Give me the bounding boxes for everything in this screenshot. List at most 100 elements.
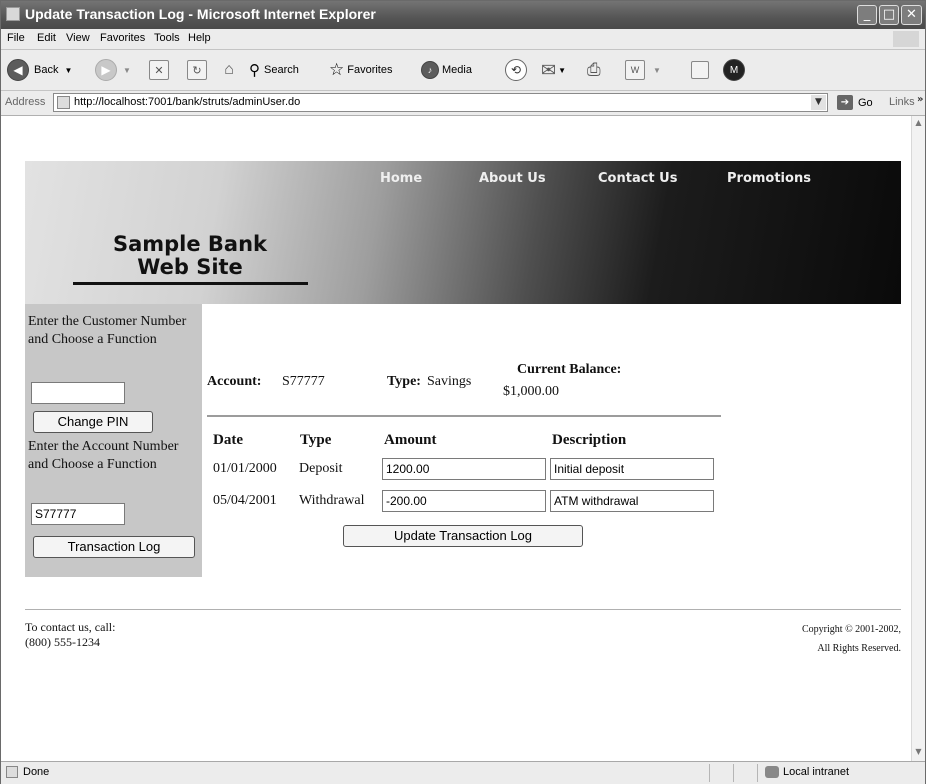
home-icon: ⌂ (224, 61, 234, 78)
type-label: Type: (387, 374, 421, 389)
chevron-right-icon[interactable]: » (917, 94, 923, 105)
change-pin-button[interactable]: Change PIN (33, 411, 153, 433)
col-header-type: Type (300, 432, 332, 448)
toolbar: ◀ Back ▼ ▶ ▼ ✕ ↻ ⌂ ⚲ Search ☆ Favorites … (1, 50, 925, 91)
balance-value: $1,000.00 (503, 384, 559, 399)
local-intranet-icon (765, 766, 779, 778)
media-icon: ♪ (421, 61, 439, 79)
row-type: Deposit (299, 461, 343, 476)
back-button[interactable]: ◀ Back ▼ (7, 58, 72, 82)
menu-edit[interactable]: Edit (37, 32, 56, 44)
title-bar: Update Transaction Log - Microsoft Inter… (1, 1, 925, 29)
footer-copyright-line1: Copyright © 2001-2002, (802, 624, 901, 635)
sidebar: Enter the Customer Number and Choose a F… (25, 304, 202, 577)
stop-button[interactable]: ✕ (149, 58, 169, 82)
site-banner: Home About Us Contact Us Promotions Samp… (25, 161, 901, 304)
maximize-button[interactable]: □ (879, 5, 899, 25)
footer-contact-line1: To contact us, call: (25, 620, 116, 634)
edit-dropdown-icon: ▼ (653, 65, 661, 75)
links-button[interactable]: Links (889, 96, 915, 108)
home-button[interactable]: ⌂ (219, 58, 239, 82)
address-dropdown-icon[interactable]: ▼ (811, 95, 826, 110)
mail-button[interactable]: ✉ ▼ (541, 58, 566, 82)
go-arrow-icon: ➔ (837, 95, 853, 110)
stop-icon: ✕ (149, 60, 169, 80)
menu-file[interactable]: File (7, 32, 25, 44)
back-label: Back (34, 64, 59, 76)
amount-input[interactable]: -200.00 (382, 490, 546, 512)
edit-icon: W (625, 60, 645, 80)
windows-logo-icon (893, 31, 919, 47)
description-input[interactable]: Initial deposit (550, 458, 714, 480)
col-header-amount: Amount (384, 432, 437, 448)
search-icon: ⚲ (249, 62, 260, 79)
footer-copyright-line2: All Rights Reserved. (817, 643, 901, 654)
menu-help[interactable]: Help (188, 32, 211, 44)
messenger-button[interactable]: M (723, 58, 745, 82)
description-input[interactable]: ATM withdrawal (550, 490, 714, 512)
scroll-up-icon[interactable]: ▲ (912, 116, 925, 130)
print-icon: ⎙ (587, 60, 601, 79)
media-label: Media (442, 64, 472, 76)
amount-input[interactable]: 1200.00 (382, 458, 546, 480)
nav-home[interactable]: Home (380, 171, 422, 186)
refresh-button[interactable]: ↻ (187, 58, 207, 82)
col-header-description: Description (552, 432, 627, 448)
minimize-button[interactable]: _ (857, 5, 877, 25)
summary-divider (207, 415, 721, 417)
back-arrow-icon: ◀ (7, 59, 29, 81)
forward-dropdown-icon[interactable]: ▼ (123, 66, 131, 75)
forward-arrow-icon: ▶ (95, 59, 117, 81)
customer-prompt: Enter the Customer Number and Choose a F… (28, 314, 187, 347)
go-button[interactable]: ➔ Go (837, 95, 873, 110)
address-bar: Address http://localhost:7001/bank/strut… (1, 91, 925, 116)
account-number-input[interactable]: S77777 (31, 503, 125, 525)
forward-button[interactable]: ▶ ▼ (95, 58, 131, 82)
site-logo-line2: Web Site (137, 255, 243, 279)
page-status-icon (6, 766, 18, 778)
nav-about-us[interactable]: About Us (479, 171, 546, 186)
nav-contact-us[interactable]: Contact Us (598, 171, 677, 186)
status-text: Done (23, 766, 50, 778)
address-input[interactable]: http://localhost:7001/bank/struts/adminU… (53, 93, 828, 112)
history-button[interactable]: ⟲ (505, 58, 527, 82)
menu-tools[interactable]: Tools (154, 32, 180, 44)
refresh-icon: ↻ (187, 60, 207, 80)
messenger-icon: M (723, 59, 745, 81)
search-button[interactable]: ⚲ Search (249, 58, 299, 82)
mail-icon: ✉ (541, 59, 557, 80)
favorites-star-icon: ☆ (329, 60, 345, 79)
back-dropdown-icon[interactable]: ▼ (64, 66, 72, 75)
footer-phone: (800) 555-1234 (25, 635, 100, 649)
account-label: Account: (207, 374, 262, 389)
col-header-date: Date (213, 432, 243, 448)
customer-number-input[interactable] (31, 382, 125, 404)
discuss-icon (691, 61, 709, 79)
scroll-down-icon[interactable]: ▼ (912, 745, 925, 759)
media-button[interactable]: ♪ Media (421, 58, 472, 82)
print-button[interactable]: ⎙ (587, 58, 601, 82)
menu-favorites[interactable]: Favorites (100, 32, 145, 44)
row-date: 01/01/2000 (213, 461, 277, 476)
logo-underline (73, 282, 308, 285)
menu-view[interactable]: View (66, 32, 90, 44)
update-transaction-log-button[interactable]: Update Transaction Log (343, 525, 583, 547)
footer-contact: To contact us, call: (800) 555-1234 (25, 620, 115, 650)
status-bar: Done Local intranet (1, 761, 925, 784)
page-icon (57, 96, 70, 109)
history-icon: ⟲ (505, 59, 527, 81)
discuss-button[interactable] (691, 58, 709, 82)
address-label: Address (5, 96, 46, 108)
favorites-button[interactable]: ☆ Favorites (329, 58, 393, 82)
window-title: Update Transaction Log - Microsoft Inter… (25, 6, 376, 22)
close-button[interactable]: ✕ (901, 5, 922, 25)
edit-button[interactable]: W ▼ (625, 58, 661, 82)
vertical-scrollbar[interactable]: ▲ ▼ (911, 116, 925, 761)
nav-promotions[interactable]: Promotions (727, 171, 811, 186)
mail-dropdown-icon: ▼ (558, 65, 567, 75)
site-logo-line1: Sample Bank (112, 232, 268, 256)
status-divider (709, 764, 710, 782)
transaction-log-button[interactable]: Transaction Log (33, 536, 195, 558)
status-divider (733, 764, 734, 782)
status-divider (757, 764, 758, 782)
